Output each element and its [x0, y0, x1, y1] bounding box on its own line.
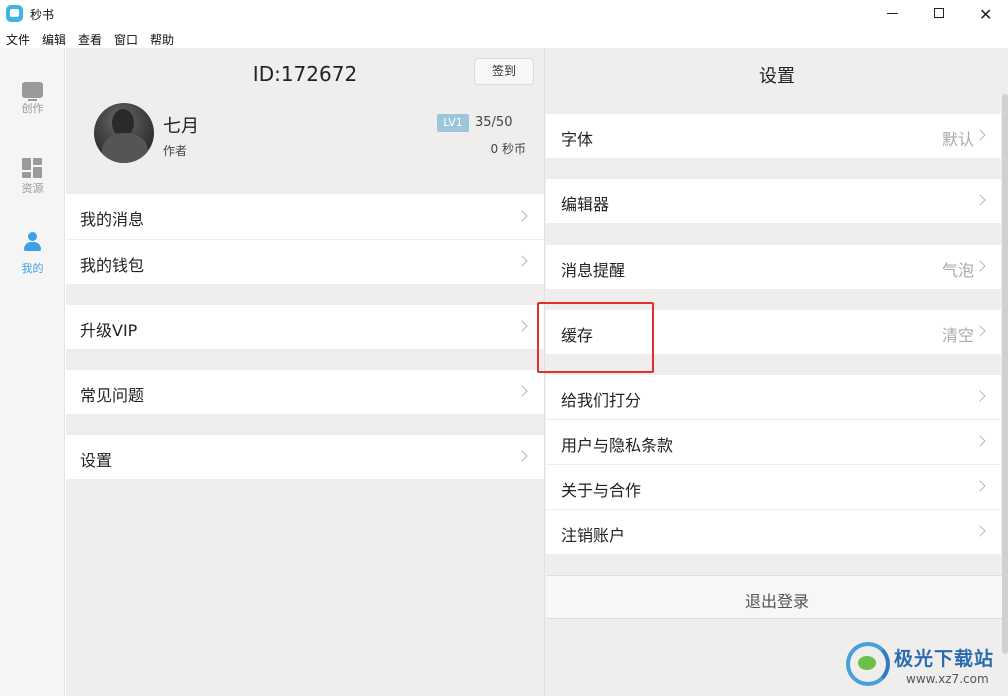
title-bar: 秒书 ✕: [0, 0, 1008, 28]
chevron-right-icon: [974, 325, 986, 337]
row-label: 注销账户: [561, 526, 626, 545]
chevron-right-icon: [516, 210, 528, 222]
menu-help[interactable]: 帮助: [150, 31, 174, 48]
row-label: 消息提醒: [561, 261, 626, 280]
row-value: 清空: [941, 326, 974, 345]
menu-file[interactable]: 文件: [6, 31, 30, 48]
user-icon: [23, 232, 42, 252]
watermark-brand: 极光下载站: [894, 648, 995, 670]
settings-row-editor[interactable]: 编辑器: [546, 179, 1001, 223]
settings-row-rate[interactable]: 给我们打分: [546, 375, 1001, 419]
user-name: 七月: [163, 116, 199, 137]
chevron-right-icon: [516, 320, 528, 332]
user-id: ID:172672: [252, 62, 358, 86]
chevron-right-icon: [974, 480, 986, 492]
logout-button[interactable]: 退出登录: [546, 575, 1008, 619]
menu-view[interactable]: 查看: [78, 31, 102, 48]
row-value: 气泡: [941, 261, 974, 280]
settings-row-font[interactable]: 字体 默认: [546, 114, 1001, 158]
user-role: 作者: [163, 144, 188, 158]
menu-row-messages[interactable]: 我的消息: [66, 194, 544, 239]
nav-item-resources[interactable]: 资源: [0, 138, 65, 198]
row-label: 用户与隐私条款: [561, 436, 674, 455]
close-button[interactable]: ✕: [962, 0, 1008, 28]
chevron-right-icon: [516, 450, 528, 462]
chevron-right-icon: [974, 525, 986, 537]
side-nav: 创作 资源 我的: [0, 48, 65, 696]
nav-item-create[interactable]: 创作: [0, 58, 65, 118]
maximize-icon: [934, 8, 944, 18]
chevron-right-icon: [974, 129, 986, 141]
row-label: 常见问题: [80, 386, 145, 405]
row-value: 默认: [941, 130, 974, 149]
coin-balance: 0 秒币: [490, 142, 526, 156]
row-label: 编辑器: [561, 195, 610, 214]
menu-bar: 文件 编辑 查看 窗口 帮助: [0, 28, 1008, 48]
close-icon: ✕: [979, 5, 993, 24]
minimize-button[interactable]: [869, 0, 915, 28]
level-badge: LV1: [437, 114, 469, 132]
settings-title: 设置: [759, 66, 795, 87]
chevron-right-icon: [974, 390, 986, 402]
menu-row-vip[interactable]: 升级VIP: [66, 305, 544, 349]
row-label: 我的钱包: [80, 256, 145, 275]
menu-row-settings[interactable]: 设置: [66, 435, 544, 479]
settings-row-privacy[interactable]: 用户与隐私条款: [546, 420, 1001, 464]
annotation-highlight-box: [537, 302, 654, 373]
row-label: 我的消息: [80, 210, 145, 229]
watermark-logo-icon: [846, 642, 890, 686]
settings-row-about[interactable]: 关于与合作: [546, 465, 1001, 509]
logout-label: 退出登录: [744, 592, 809, 611]
chevron-right-icon: [974, 260, 986, 272]
watermark: 极光下载站 www.xz7.com: [846, 640, 1006, 694]
pen-screen-icon: [22, 82, 43, 101]
profile-panel: ID:172672 签到 七月 作者 LV1 35/50 0 秒币 我的消息 我…: [66, 48, 544, 696]
level-progress: 35/50: [475, 115, 513, 130]
app-title: 秒书: [30, 8, 55, 22]
chevron-right-icon: [974, 194, 986, 206]
row-label: 字体: [561, 130, 594, 149]
menu-row-wallet[interactable]: 我的钱包: [66, 240, 544, 284]
chevron-right-icon: [516, 255, 528, 267]
nav-label: 资源: [21, 182, 44, 195]
chevron-right-icon: [974, 435, 986, 447]
avatar[interactable]: [94, 103, 154, 163]
app-logo-icon: [6, 5, 23, 22]
nav-label: 创作: [21, 102, 44, 115]
chevron-right-icon: [516, 385, 528, 397]
scrollbar[interactable]: [1002, 94, 1008, 654]
minimize-icon: [887, 13, 898, 14]
settings-row-deactivate[interactable]: 注销账户: [546, 510, 1001, 554]
menu-edit[interactable]: 编辑: [42, 31, 66, 48]
grid-icon: [22, 158, 42, 178]
nav-label: 我的: [21, 262, 44, 275]
maximize-button[interactable]: [916, 0, 962, 28]
nav-item-mine[interactable]: 我的: [0, 218, 65, 278]
menu-window[interactable]: 窗口: [114, 31, 138, 48]
settings-row-notify[interactable]: 消息提醒 气泡: [546, 245, 1001, 289]
signin-button[interactable]: 签到: [474, 58, 534, 85]
watermark-url: www.xz7.com: [906, 672, 989, 686]
menu-row-faq[interactable]: 常见问题: [66, 370, 544, 414]
row-label: 关于与合作: [561, 481, 642, 500]
row-label: 给我们打分: [561, 391, 642, 410]
row-label: 升级VIP: [80, 321, 138, 340]
row-label: 设置: [80, 451, 113, 470]
